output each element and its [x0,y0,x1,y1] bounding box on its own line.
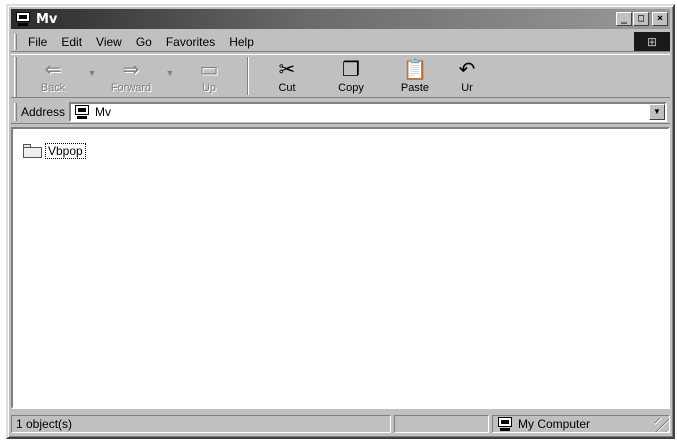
address-label: Address [21,104,66,119]
forward-label: Forward [110,82,152,94]
back-dropdown-button[interactable]: ▼ [85,55,99,97]
scissors-icon: ✂ [278,58,296,81]
undo-button[interactable]: ↶ Ur [447,55,487,97]
cut-button[interactable]: ✂ Cut [255,55,319,97]
menu-edit[interactable]: Edit [54,35,89,49]
maximize-button[interactable]: □ [633,12,649,26]
window-controls: _ □ × [616,12,668,26]
window-title: Mv [36,11,58,27]
folder-name: Vbpop [45,143,86,159]
standard-toolbar: ⇐ Back ▼ ⇒ Forward ▼ ▭ Up ✂ Cut ❐ Copy 📋… [11,54,670,98]
computer-icon [15,12,31,26]
up-folder-icon: ▭ [199,58,219,81]
menu-grip[interactable] [14,33,17,50]
folder-icon [23,144,43,158]
up-button[interactable]: ▭ Up [177,55,241,97]
forward-arrow-icon: ⇒ [122,58,140,81]
computer-icon [497,417,513,431]
menu-favorites[interactable]: Favorites [159,35,222,49]
menu-view[interactable]: View [89,35,129,49]
menu-help[interactable]: Help [222,35,261,49]
menu-go[interactable]: Go [129,35,159,49]
back-label: Back [40,82,66,94]
close-button[interactable]: × [652,12,668,26]
copy-button[interactable]: ❐ Copy [319,55,383,97]
title-bar[interactable]: Mv _ □ × [11,9,670,29]
minimize-button[interactable]: _ [616,12,632,26]
address-dropdown-button[interactable]: ▼ [649,103,665,120]
forward-dropdown-button[interactable]: ▼ [163,55,177,97]
back-arrow-icon: ⇐ [44,58,62,81]
menu-file[interactable]: File [21,35,54,49]
windows-logo-icon: ⊞ [634,32,670,51]
forward-button[interactable]: ⇒ Forward [99,55,163,97]
computer-icon [74,104,90,119]
status-bar: 1 object(s) My Computer [11,413,670,435]
cut-label: Cut [278,82,296,94]
status-location: My Computer [518,417,591,431]
undo-icon: ↶ [458,58,476,81]
status-location-panel: My Computer [492,415,670,433]
status-empty-panel [394,415,489,433]
copy-label: Copy [338,82,364,94]
paste-label: Paste [400,82,430,94]
menu-bar: File Edit View Go Favorites Help ⊞ [11,32,670,52]
paste-button[interactable]: 📋 Paste [383,55,447,97]
resize-grip[interactable] [655,418,669,432]
toolbar-grip[interactable] [14,57,17,97]
address-value: Mv [95,104,112,119]
address-grip[interactable] [14,102,17,121]
copy-icon: ❐ [342,58,360,81]
explorer-window: Mv _ □ × File Edit View Go Favorites Hel… [6,4,675,439]
file-list-pane[interactable]: Vbpop [11,127,670,409]
folder-item[interactable]: Vbpop [23,143,86,159]
toolbar-separator [247,57,249,95]
back-button[interactable]: ⇐ Back [21,55,85,97]
undo-label: Ur [461,82,473,94]
address-input[interactable]: Mv ▼ [69,101,667,122]
up-label: Up [201,82,217,94]
paste-icon: 📋 [402,58,428,81]
status-object-count: 1 object(s) [11,415,391,433]
address-bar: Address Mv ▼ [11,100,670,124]
